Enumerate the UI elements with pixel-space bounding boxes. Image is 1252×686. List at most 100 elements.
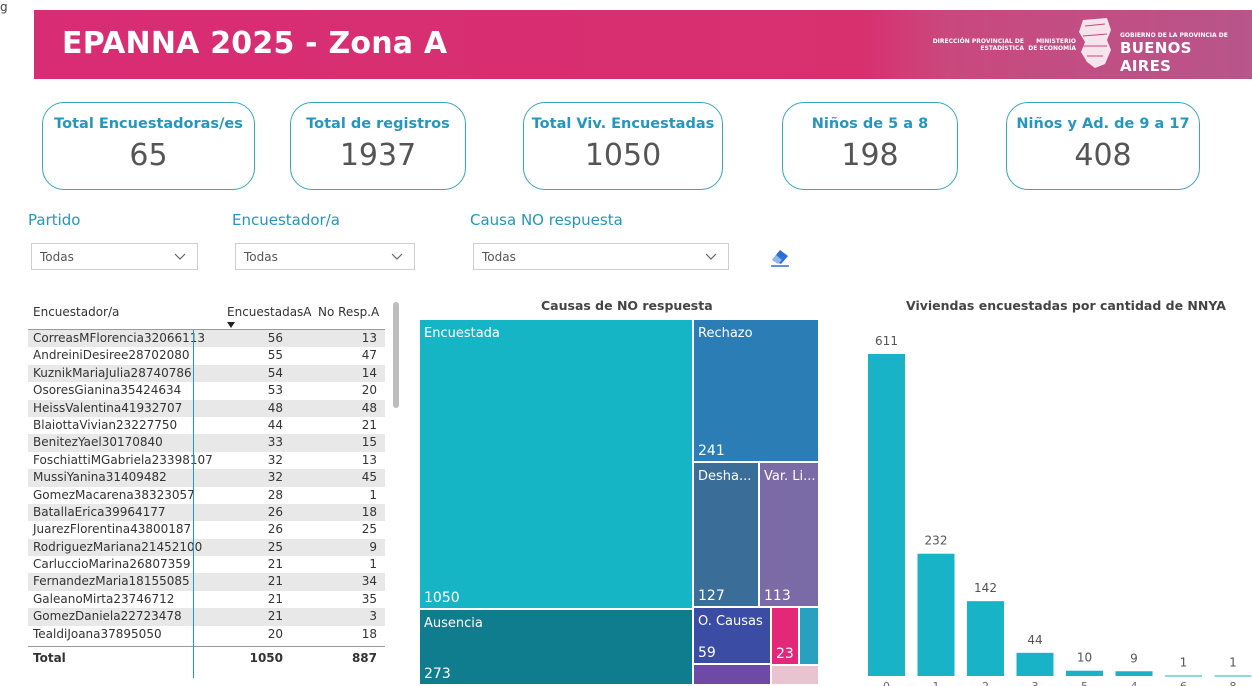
cell-encuestadas: 25 — [267, 539, 283, 554]
cell-encuestadas: 55 — [267, 348, 283, 363]
cell-encuestador: MussiYanina31409482 — [33, 470, 167, 485]
col-header-no-resp[interactable]: No Resp.A — [318, 305, 379, 319]
total-encuestadas: 1050 — [249, 651, 283, 666]
cell-encuestadas: 21 — [267, 609, 283, 624]
bar[interactable] — [1066, 670, 1103, 676]
cell-encuestador: CorreasMFlorencia32066113 — [33, 331, 206, 345]
table-row[interactable]: BenitezYael30170840 33 15 — [28, 434, 385, 452]
cell-encuestadas: 56 — [267, 331, 283, 345]
table-scrollbar[interactable] — [393, 302, 399, 408]
col-header-encuestador[interactable]: Encuestador/a — [33, 305, 119, 319]
bar-data-label: 44 — [1027, 633, 1042, 647]
table-row[interactable]: HeissValentina41932707 48 48 — [28, 399, 385, 417]
chevron-down-icon — [391, 253, 403, 260]
table-row[interactable]: GaleanoMirta23746712 21 35 — [28, 591, 385, 608]
bar[interactable] — [917, 553, 955, 676]
treemap-cell-ausencia[interactable]: Ausencia 273 — [420, 610, 694, 686]
table-row[interactable]: BatallaErica39964177 26 18 — [28, 503, 385, 522]
table-row[interactable]: KuznikMariaJulia28740786 54 14 — [28, 364, 385, 383]
bar[interactable] — [1115, 671, 1153, 676]
treemap-cell-name: Var. Li... — [764, 469, 816, 484]
table-row[interactable]: GomezMacarena38323057 28 1 — [28, 487, 385, 504]
bar[interactable] — [967, 601, 1004, 676]
filter-label-causa: Causa NO respuesta — [470, 211, 623, 229]
province-map-icon — [1079, 18, 1111, 68]
table-row[interactable]: AndreiniDesiree28702080 55 47 — [28, 347, 385, 364]
table-row[interactable]: GomezDaniela22723478 21 3 — [28, 608, 385, 626]
treemap-cell-rechazo[interactable]: Rechazo 241 — [694, 320, 820, 463]
table-row[interactable]: FoschiattiMGabriela23398107 32 13 — [28, 452, 385, 469]
treemap-cell-value: 241 — [698, 443, 725, 459]
table-row[interactable]: CorreasMFlorencia32066113 56 13 — [28, 330, 385, 348]
x-tick-label: 1 — [933, 680, 940, 686]
treemap-cell-value: 273 — [424, 666, 451, 682]
x-tick-label: 0 — [883, 680, 890, 686]
col-header-encuestadas[interactable]: EncuestadasA — [227, 305, 312, 319]
filter-encuestador-dropdown[interactable]: Todas — [235, 243, 415, 270]
sort-desc-icon — [227, 322, 235, 328]
eraser-icon[interactable] — [768, 244, 792, 268]
cell-encuestadas: 32 — [267, 452, 283, 467]
table-row[interactable]: TealdiJoana37895050 20 18 — [28, 626, 385, 643]
treemap-cell-deshabitada[interactable]: Desha... 127 — [694, 463, 760, 608]
cell-encuestadas: 20 — [267, 626, 283, 641]
treemap-cell-small-purple[interactable] — [694, 665, 772, 686]
cell-encuestador: GaleanoMirta23746712 — [33, 591, 175, 606]
total-label: Total — [33, 651, 66, 666]
treemap-cell-small-rose[interactable] — [772, 666, 820, 686]
cell-encuestador: GomezDaniela22723478 — [33, 609, 182, 624]
treemap-cell-value: 127 — [698, 588, 725, 604]
treemap-title: Causas de NO respuesta — [541, 298, 713, 313]
table-header: Encuestador/a EncuestadasA No Resp.A — [28, 300, 385, 330]
logo-gobierno: GOBIERNO DE LA PROVINCIA DE BUENOS AIRES — [1120, 10, 1230, 79]
kpi-ninos-5-8: Niños de 5 a 8 198 — [782, 102, 958, 190]
table-row[interactable]: FernandezMaria18155085 21 34 — [28, 573, 385, 591]
table-row[interactable]: CarluccioMarina26807359 21 1 — [28, 556, 385, 573]
bar[interactable] — [1214, 675, 1252, 677]
cut-off-text: g — [0, 0, 8, 14]
cell-encuestador: BenitezYael30170840 — [33, 435, 163, 450]
table-row[interactable]: MussiYanina31409482 32 45 — [28, 469, 385, 487]
treemap-cell-encuestada[interactable]: Encuestada 1050 — [420, 320, 694, 610]
kpi-value: 408 — [1074, 138, 1132, 173]
treemap-cell-pink[interactable]: 23 — [772, 608, 800, 666]
total-no-resp: 887 — [351, 651, 377, 666]
cell-no-resp: 18 — [361, 626, 377, 641]
filter-label-partido: Partido — [28, 211, 81, 229]
cell-encuestador: CarluccioMarina26807359 — [33, 557, 191, 572]
bar-data-label: 1 — [1229, 655, 1237, 669]
cell-encuestadas: 32 — [267, 470, 283, 485]
table-divider — [193, 330, 194, 678]
cell-encuestador: HeissValentina41932707 — [33, 400, 183, 415]
kpi-label: Niños de 5 a 8 — [811, 116, 929, 132]
treemap-cell-var-li[interactable]: Var. Li... 113 — [760, 463, 820, 608]
bar[interactable] — [1165, 675, 1202, 677]
filter-value: Todas — [482, 250, 516, 264]
table-row[interactable]: BlaiottaVivian23227750 44 21 — [28, 417, 385, 434]
bar[interactable] — [868, 354, 905, 676]
cell-encuestadas: 48 — [267, 400, 283, 415]
filter-partido-dropdown[interactable]: Todas — [31, 243, 198, 270]
kpi-label: Total Viv. Encuestadas — [531, 116, 715, 132]
cell-encuestador: JuarezFlorentina43800187 — [33, 522, 192, 537]
filter-causa-dropdown[interactable]: Todas — [473, 243, 729, 270]
kpi-label: Total Encuestadoras/es — [54, 116, 243, 132]
kpi-total-viviendas: Total Viv. Encuestadas 1050 — [523, 102, 723, 190]
cell-encuestadas: 26 — [267, 504, 283, 519]
cell-no-resp: 9 — [369, 539, 377, 554]
cell-no-resp: 20 — [361, 383, 377, 398]
cell-encuestador: OsoresGianina35424634 — [33, 383, 182, 398]
treemap-cell-small-teal[interactable] — [800, 608, 820, 666]
bar-data-label: 9 — [1130, 651, 1138, 665]
treemap-cell-value: 113 — [764, 588, 791, 604]
table-row[interactable]: RodriguezMariana21452100 25 9 — [28, 538, 385, 557]
header-banner: EPANNA 2025 - Zona A DIRECCIÓN PROVINCIA… — [34, 10, 1252, 79]
logo-gov-small: GOBIERNO DE LA PROVINCIA DE — [1120, 32, 1228, 39]
table-row[interactable]: OsoresGianina35424634 53 20 — [28, 382, 385, 399]
table-body: CorreasMFlorencia32066113 56 13 AndreiniDes… — [28, 330, 385, 643]
table-row[interactable]: JuarezFlorentina43800187 26 25 — [28, 521, 385, 538]
bar[interactable] — [1016, 652, 1054, 676]
cell-no-resp: 21 — [361, 417, 377, 432]
treemap-cell-o-causas[interactable]: O. Causas 59 — [694, 608, 772, 665]
cell-encuestador: FernandezMaria18155085 — [33, 574, 190, 589]
